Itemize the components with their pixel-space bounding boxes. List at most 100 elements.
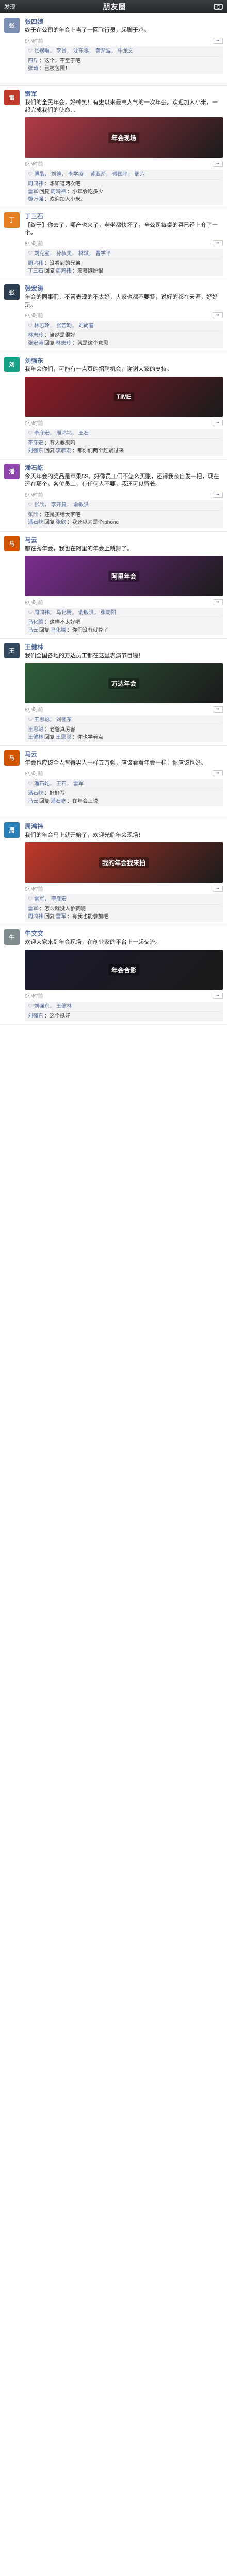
like-name[interactable]: 马化腾， xyxy=(56,609,77,617)
comment-reply-to[interactable]: 林志玲 xyxy=(56,341,71,346)
like-name[interactable]: 傅国平， xyxy=(112,171,133,178)
like-name[interactable]: 李学凌， xyxy=(68,171,89,178)
post-author[interactable]: 王健林 xyxy=(25,643,223,651)
avatar[interactable]: 丁 xyxy=(4,212,20,228)
like-name[interactable]: 沈东零， xyxy=(73,48,94,55)
like-name[interactable]: 李开复， xyxy=(51,502,72,509)
post-author[interactable]: 雷军 xyxy=(25,90,223,98)
like-name[interactable]: 刘德， xyxy=(51,171,67,178)
like-name[interactable]: 张朝阳 xyxy=(101,609,116,617)
comment-author[interactable]: 雷军 xyxy=(28,906,38,912)
like-name[interactable]: 博晶， xyxy=(34,171,50,178)
comment-author[interactable]: 黎万强 xyxy=(28,197,43,202)
comment-author[interactable]: 张宏涛 xyxy=(28,341,43,346)
like-name[interactable]: 王石， xyxy=(56,781,72,788)
comment-author[interactable]: 马云 xyxy=(28,799,38,804)
post-author[interactable]: 马云 xyxy=(25,536,223,544)
like-name[interactable]: 王思聪， xyxy=(34,717,55,724)
camera-icon[interactable] xyxy=(214,4,223,10)
like-name[interactable]: 林斌， xyxy=(78,250,94,258)
avatar[interactable]: 周 xyxy=(4,822,20,838)
comment-more-icon[interactable]: •• xyxy=(213,992,223,999)
like-name[interactable]: 刘尚春 xyxy=(78,323,94,330)
comment-author[interactable]: 周鸿祎 xyxy=(28,181,43,187)
avatar[interactable]: 刘 xyxy=(4,357,20,372)
comment-reply-to[interactable]: 马化腾 xyxy=(51,628,66,633)
comment-author[interactable]: 四斤 xyxy=(28,58,38,64)
comment-author[interactable]: 刘强东 xyxy=(28,1013,43,1019)
comment-reply-to[interactable]: 李彦宏 xyxy=(56,448,71,454)
like-name[interactable]: 刘克宝， xyxy=(34,250,55,258)
comment-reply-to[interactable]: 张欣 xyxy=(56,520,66,526)
like-name[interactable]: 潘石屹， xyxy=(34,781,55,788)
comment-more-icon[interactable]: •• xyxy=(213,37,223,44)
like-name[interactable]: 张拐啦， xyxy=(34,48,55,55)
comment-more-icon[interactable]: •• xyxy=(213,419,223,426)
like-name[interactable]: 曹学平 xyxy=(95,250,111,258)
avatar[interactable]: 马 xyxy=(4,750,20,766)
avatar[interactable]: 张 xyxy=(4,18,20,33)
comment-author[interactable]: 王健林 xyxy=(28,735,43,740)
like-name[interactable]: 李彦宏 xyxy=(51,896,67,903)
comment-author[interactable]: 潘石屹 xyxy=(28,520,43,526)
like-name[interactable]: 周六 xyxy=(135,171,145,178)
comment-author[interactable]: 林志玲 xyxy=(28,333,43,338)
like-name[interactable]: 雷军 xyxy=(73,781,84,788)
like-name[interactable]: 张若昀， xyxy=(56,323,77,330)
comment-more-icon[interactable]: •• xyxy=(213,770,223,776)
comment-author[interactable]: 周鸿祎 xyxy=(28,261,43,266)
like-name[interactable]: 俞敏洪 xyxy=(73,502,89,509)
like-name[interactable]: 牛龙文 xyxy=(118,48,133,55)
post-author[interactable]: 刘强东 xyxy=(25,357,223,365)
comment-author[interactable]: 马化腾 xyxy=(28,620,43,625)
comment-more-icon[interactable]: •• xyxy=(213,160,223,167)
post-author[interactable]: 丁三石 xyxy=(25,212,223,221)
like-name[interactable]: 林志玲， xyxy=(34,323,55,330)
post-author[interactable]: 张宏涛 xyxy=(25,284,223,293)
like-name[interactable]: 刘强东 xyxy=(56,717,72,724)
post-image[interactable]: 阿里年会 xyxy=(25,556,223,596)
comment-reply-to[interactable]: 潘石屹 xyxy=(51,799,66,804)
like-name[interactable]: 张欣， xyxy=(34,502,50,509)
comment-author[interactable]: 马云 xyxy=(28,628,38,633)
like-name[interactable]: 孙叔夫， xyxy=(56,250,77,258)
like-name[interactable]: 黄亚渐， xyxy=(90,171,111,178)
post-image[interactable]: 我的年会我来拍 xyxy=(25,842,223,883)
like-name[interactable]: 周鸿祎， xyxy=(34,609,55,617)
comment-reply-to[interactable]: 周鸿祎 xyxy=(56,268,71,274)
comment-author[interactable]: 王思聪 xyxy=(28,727,43,733)
comment-more-icon[interactable]: •• xyxy=(213,885,223,892)
avatar[interactable]: 张 xyxy=(4,284,20,300)
avatar[interactable]: 雷 xyxy=(4,90,20,105)
comment-more-icon[interactable]: •• xyxy=(213,240,223,246)
post-image[interactable]: 年会现场 xyxy=(25,117,223,158)
like-name[interactable]: 黄渐波， xyxy=(95,48,116,55)
like-name[interactable]: 王健林 xyxy=(56,1003,72,1010)
comment-author[interactable]: 张欣 xyxy=(28,512,38,518)
comment-author[interactable]: 李彦宏 xyxy=(28,440,43,446)
post-image[interactable]: 万达年会 xyxy=(25,663,223,703)
comment-author[interactable]: 雷军 xyxy=(28,189,38,195)
like-name[interactable]: 刘强东， xyxy=(34,1003,55,1010)
comment-reply-to[interactable]: 王思聪 xyxy=(56,735,71,740)
comment-reply-to[interactable]: 雷军 xyxy=(56,914,66,920)
post-author[interactable]: 张四娘 xyxy=(25,18,223,26)
like-name[interactable]: 雷军， xyxy=(34,896,50,903)
like-name[interactable]: 王石 xyxy=(78,430,89,437)
post-image[interactable]: 年会合影 xyxy=(25,950,223,990)
comment-more-icon[interactable]: •• xyxy=(213,491,223,498)
comment-author[interactable]: 潘石屹 xyxy=(28,791,43,796)
avatar[interactable]: 王 xyxy=(4,643,20,658)
comment-author[interactable]: 丁三石 xyxy=(28,268,43,274)
like-name[interactable]: 李彦宏， xyxy=(34,430,55,437)
comment-more-icon[interactable]: •• xyxy=(213,706,223,713)
post-author[interactable]: 潘石屹 xyxy=(25,464,223,472)
avatar[interactable]: 潘 xyxy=(4,464,20,479)
like-name[interactable]: 李景， xyxy=(56,48,72,55)
post-author[interactable]: 周鸿祎 xyxy=(25,822,223,831)
comment-reply-to[interactable]: 周鸿祎 xyxy=(51,189,66,195)
back-button[interactable]: 发现 xyxy=(4,3,15,11)
post-image[interactable]: TIME xyxy=(25,377,223,417)
like-name[interactable]: 周鸿祎， xyxy=(56,430,77,437)
comment-more-icon[interactable]: •• xyxy=(213,312,223,318)
